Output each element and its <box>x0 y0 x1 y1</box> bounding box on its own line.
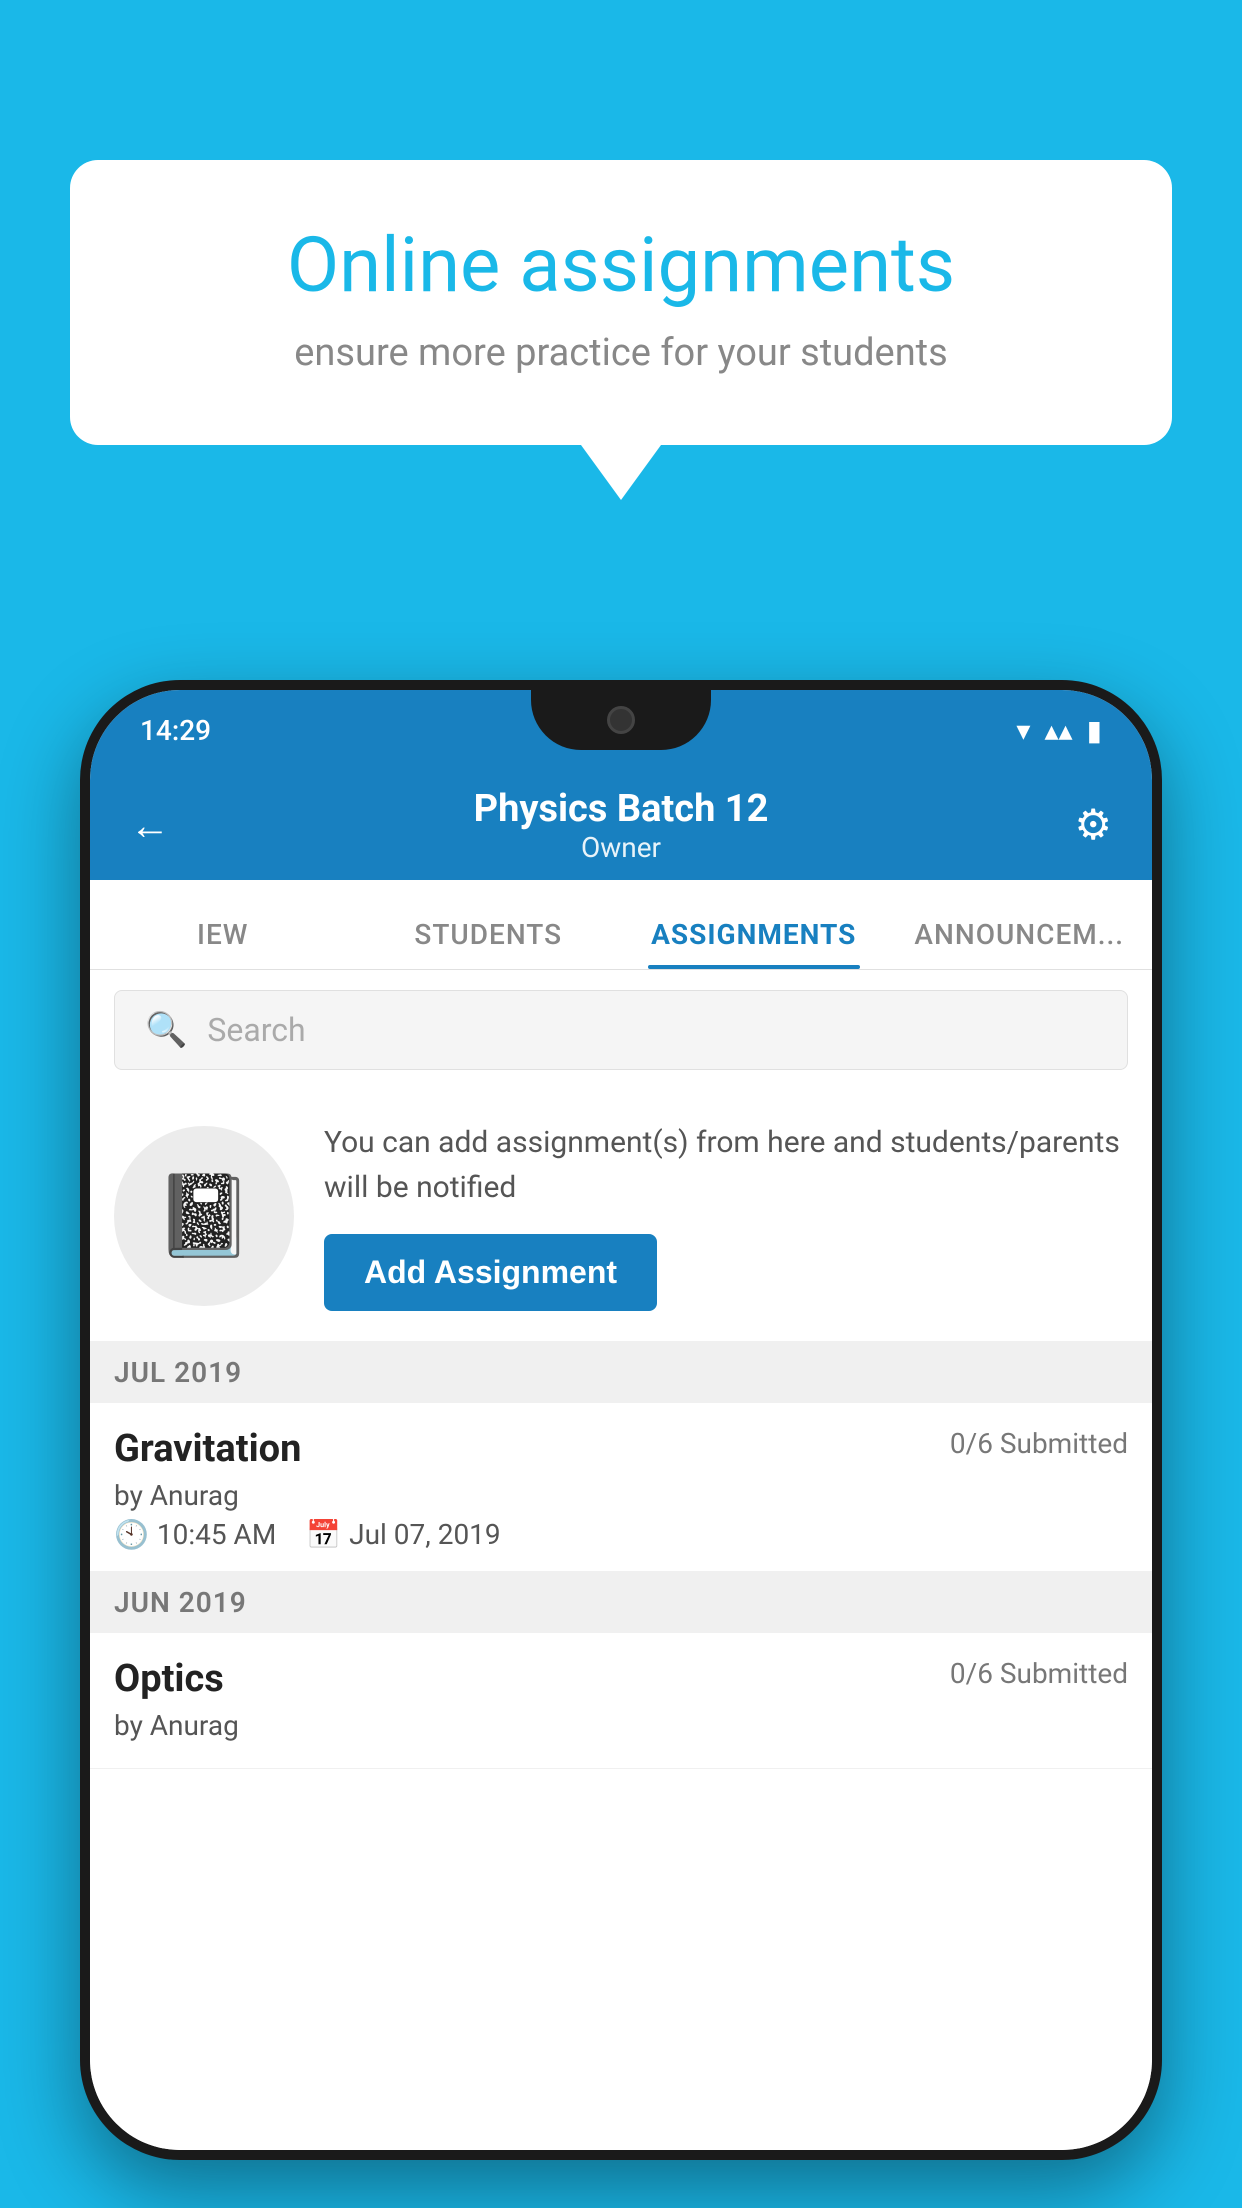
assignment-by-optics: by Anurag <box>114 1709 1128 1742</box>
date-group: 📅 Jul 07, 2019 <box>306 1518 500 1551</box>
assignment-item-header-optics: Optics 0/6 Submitted <box>114 1657 1128 1701</box>
tab-overview[interactable]: IEW <box>90 918 356 969</box>
assignment-name: Gravitation <box>114 1427 301 1471</box>
speech-bubble-title: Online assignments <box>150 220 1092 311</box>
signal-icon: ▴▴ <box>1044 714 1072 747</box>
add-assignment-card: 📓 You can add assignment(s) from here an… <box>90 1090 1152 1342</box>
search-icon: 🔍 <box>145 1010 187 1050</box>
tabs-bar: IEW STUDENTS ASSIGNMENTS ANNOUNCEM... <box>90 880 1152 970</box>
add-assignment-description: You can add assignment(s) from here and … <box>324 1120 1128 1210</box>
section-header-jul: JUL 2019 <box>90 1342 1152 1403</box>
section-header-jun: JUN 2019 <box>90 1572 1152 1633</box>
phone-frame: 14:29 ▾ ▴▴ ▮ ← Physics Batch 12 Owner ⚙ <box>80 680 1162 2160</box>
header-title-section: Physics Batch 12 Owner <box>474 787 769 864</box>
tab-assignments[interactable]: ASSIGNMENTS <box>621 918 887 969</box>
speech-bubble-container: Online assignments ensure more practice … <box>70 160 1172 500</box>
status-icons: ▾ ▴▴ ▮ <box>1016 714 1102 747</box>
back-button[interactable]: ← <box>130 802 170 849</box>
notebook-icon: 📓 <box>154 1169 254 1263</box>
assignment-time: 10:45 AM <box>157 1518 276 1551</box>
assignment-item-header: Gravitation 0/6 Submitted <box>114 1427 1128 1471</box>
phone-notch <box>531 690 711 750</box>
assignment-icon-circle: 📓 <box>114 1126 294 1306</box>
screen-content: 🔍 Search 📓 You can add assignment(s) fro… <box>90 970 1152 2150</box>
speech-bubble-subtitle: ensure more practice for your students <box>150 331 1092 375</box>
time-group: 🕙 10:45 AM <box>114 1518 276 1551</box>
phone-container: 14:29 ▾ ▴▴ ▮ ← Physics Batch 12 Owner ⚙ <box>80 680 1162 2208</box>
battery-icon: ▮ <box>1087 714 1102 747</box>
search-input[interactable]: Search <box>207 1011 305 1049</box>
assignment-submitted: 0/6 Submitted <box>950 1427 1128 1460</box>
wifi-icon: ▾ <box>1016 714 1030 747</box>
speech-bubble-arrow <box>581 445 661 500</box>
tab-students[interactable]: STUDENTS <box>356 918 622 969</box>
speech-bubble: Online assignments ensure more practice … <box>70 160 1172 445</box>
assignment-submitted-optics: 0/6 Submitted <box>950 1657 1128 1690</box>
add-assignment-button[interactable]: Add Assignment <box>324 1234 657 1311</box>
assignment-by: by Anurag <box>114 1479 1128 1512</box>
header-title: Physics Batch 12 <box>474 787 769 831</box>
settings-icon[interactable]: ⚙ <box>1074 800 1112 850</box>
app-header: ← Physics Batch 12 Owner ⚙ <box>90 770 1152 880</box>
header-subtitle: Owner <box>474 831 769 864</box>
assignment-name-optics: Optics <box>114 1657 224 1701</box>
screen-inner: 14:29 ▾ ▴▴ ▮ ← Physics Batch 12 Owner ⚙ <box>90 690 1152 2150</box>
front-camera <box>607 706 635 734</box>
assignment-item-optics[interactable]: Optics 0/6 Submitted by Anurag <box>90 1633 1152 1769</box>
search-bar-wrapper: 🔍 Search <box>90 970 1152 1090</box>
add-assignment-info: You can add assignment(s) from here and … <box>324 1120 1128 1311</box>
tab-announcements[interactable]: ANNOUNCEM... <box>887 918 1153 969</box>
status-time: 14:29 <box>140 714 211 747</box>
calendar-icon: 📅 <box>306 1518 341 1551</box>
search-bar[interactable]: 🔍 Search <box>114 990 1128 1070</box>
assignment-time-date: 🕙 10:45 AM 📅 Jul 07, 2019 <box>114 1518 1128 1551</box>
assignment-item-gravitation[interactable]: Gravitation 0/6 Submitted by Anurag 🕙 10… <box>90 1403 1152 1572</box>
assignment-date: Jul 07, 2019 <box>349 1518 501 1551</box>
clock-icon: 🕙 <box>114 1518 149 1551</box>
